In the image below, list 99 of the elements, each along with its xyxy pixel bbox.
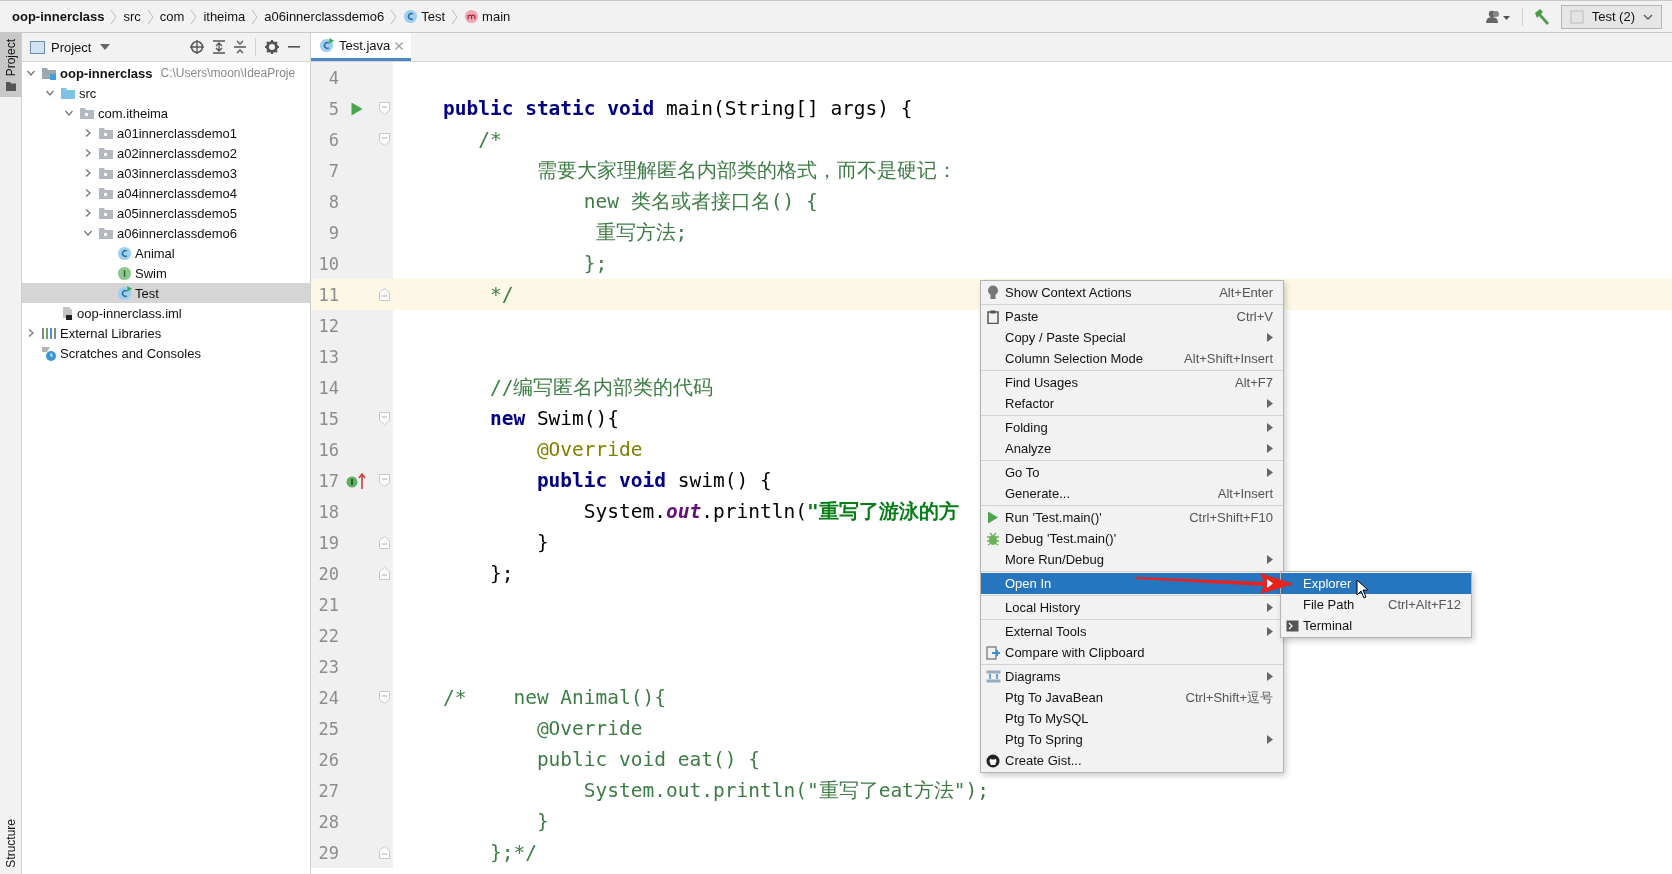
- menu-item[interactable]: Local History: [981, 597, 1283, 618]
- code-line: */: [488, 282, 514, 308]
- menu-item[interactable]: Paste Ctrl+V: [981, 306, 1283, 327]
- menu-item[interactable]: Find Usages Alt+F7: [981, 372, 1283, 393]
- line-number: 18: [317, 501, 339, 522]
- tree-item[interactable]: External Libraries: [22, 323, 310, 343]
- menu-item[interactable]: Compare with Clipboard: [981, 642, 1283, 663]
- line-number: 21: [317, 594, 339, 615]
- line-number: 20: [317, 563, 339, 584]
- code-line: //编写匿名内部类的代码: [488, 375, 714, 401]
- menu-item[interactable]: Generate... Alt+Insert: [981, 483, 1283, 504]
- line-number: 14: [317, 377, 339, 398]
- menu-item[interactable]: Refactor: [981, 393, 1283, 414]
- line-number: 27: [317, 780, 339, 801]
- tree-item[interactable]: a04innerclassdemo4: [22, 183, 310, 203]
- tree-item[interactable]: a05innerclassdemo5: [22, 203, 310, 223]
- code-line: }: [535, 530, 549, 556]
- tool-window-tab[interactable]: Structure: [0, 813, 21, 874]
- tree-item[interactable]: a06innerclassdemo6: [22, 223, 310, 243]
- line-number: 7: [327, 160, 339, 181]
- breadcrumb-item[interactable]: oop-innerclass: [12, 9, 105, 24]
- code-line: public void eat() {: [535, 747, 760, 773]
- menu-item[interactable]: Create Gist...: [981, 750, 1283, 771]
- run-configuration-dropdown[interactable]: Test (2): [1560, 4, 1662, 29]
- menu-item[interactable]: Explorer: [1281, 573, 1471, 594]
- menu-item[interactable]: Open In: [981, 573, 1283, 594]
- menu-item[interactable]: Folding: [981, 417, 1283, 438]
- tree-item[interactable]: a01innerclassdemo1: [22, 123, 310, 143]
- panel-title[interactable]: Project: [51, 39, 92, 55]
- menu-item[interactable]: Go To: [981, 462, 1283, 483]
- line-number: 8: [327, 191, 339, 212]
- line-number: 22: [317, 625, 339, 646]
- line-number: 6: [327, 129, 339, 150]
- tree-item[interactable]: oop-innerclass.iml: [22, 303, 310, 323]
- line-number: 10: [317, 253, 339, 274]
- code-line: /* new Animal(){: [441, 685, 667, 711]
- line-number: 25: [317, 718, 339, 739]
- code-line: };: [582, 251, 608, 277]
- tree-item[interactable]: a02innerclassdemo2: [22, 143, 310, 163]
- menu-item[interactable]: Run 'Test.main()' Ctrl+Shift+F10: [981, 507, 1283, 528]
- line-number: 13: [317, 346, 339, 367]
- line-number: 4: [327, 67, 339, 88]
- line-number: 5: [327, 98, 339, 119]
- line-number: 23: [317, 656, 339, 677]
- breadcrumb-item[interactable]: a06innerclassdemo6: [264, 9, 385, 24]
- menu-item[interactable]: Ptg To JavaBean Ctrl+Shift+逗号: [981, 687, 1283, 708]
- menu-item[interactable]: Analyze: [981, 438, 1283, 459]
- code-line: };*/: [488, 840, 537, 866]
- code-line: }: [535, 809, 549, 835]
- code-line: @Override: [535, 437, 643, 463]
- tree-item[interactable]: Swim: [22, 263, 310, 283]
- menu-item[interactable]: More Run/Debug: [981, 549, 1283, 570]
- code-line: @Override: [535, 716, 643, 742]
- menu-item[interactable]: Column Selection Mode Alt+Shift+Insert: [981, 348, 1283, 369]
- code-line: new Swim(){: [488, 406, 620, 432]
- tree-item[interactable]: oop-innerclass C:\Users\moon\IdeaProje: [22, 63, 310, 83]
- editor-tab[interactable]: Test.java: [311, 33, 412, 61]
- code-line: System.out.println("重写了eat方法");: [582, 778, 990, 804]
- menu-item[interactable]: Diagrams: [981, 666, 1283, 687]
- menu-item[interactable]: Copy / Paste Special: [981, 327, 1283, 348]
- code-line: };: [488, 561, 514, 587]
- menu-item[interactable]: Ptg To MySQL: [981, 708, 1283, 729]
- tree-item[interactable]: a03innerclassdemo3: [22, 163, 310, 183]
- breadcrumb-item[interactable]: com: [159, 9, 185, 24]
- breadcrumb-item[interactable]: Test: [403, 9, 446, 24]
- code-line: System.out.println("重写了游泳的方: [582, 499, 959, 525]
- line-number: 11: [317, 284, 339, 305]
- tree-item[interactable]: Animal: [22, 243, 310, 263]
- tool-window-tab[interactable]: Project: [0, 33, 21, 98]
- menu-item[interactable]: External Tools: [981, 621, 1283, 642]
- code-line: public void swim() {: [535, 468, 772, 494]
- line-number: 16: [317, 439, 339, 460]
- tree-item[interactable]: com.itheima: [22, 103, 310, 123]
- breadcrumb-item[interactable]: src: [123, 9, 141, 24]
- line-number: 29: [317, 842, 339, 863]
- code-line: new 类名或者接口名() {: [582, 189, 818, 215]
- line-number: 17: [317, 470, 339, 491]
- menu-item[interactable]: Debug 'Test.main()': [981, 528, 1283, 549]
- line-number: 28: [317, 811, 339, 832]
- line-number: 9: [327, 222, 339, 243]
- tree-item[interactable]: Scratches and Consoles: [22, 343, 310, 363]
- line-number: 15: [317, 408, 339, 429]
- line-number: 26: [317, 749, 339, 770]
- menu-item[interactable]: File Path Ctrl+Alt+F12: [1281, 594, 1471, 615]
- line-number: 19: [317, 532, 339, 553]
- line-number: 12: [317, 315, 339, 336]
- code-line: public static void main(String[] args) {: [441, 96, 913, 122]
- tree-item[interactable]: src: [22, 83, 310, 103]
- menu-item[interactable]: Show Context Actions Alt+Enter: [981, 282, 1283, 303]
- breadcrumb-item[interactable]: itheima: [203, 9, 246, 24]
- breadcrumb-item[interactable]: main: [464, 9, 511, 24]
- code-line: 需要大家理解匿名内部类的格式，而不是硬记：: [535, 158, 957, 184]
- menu-item[interactable]: Terminal: [1281, 615, 1471, 636]
- tree-item[interactable]: Test: [22, 283, 310, 303]
- module-path: C:\Users\moon\IdeaProje: [160, 66, 296, 80]
- code-line: /*: [477, 127, 502, 153]
- menu-item[interactable]: Ptg To Spring: [981, 729, 1283, 750]
- line-number: 24: [317, 687, 339, 708]
- code-line: 重写方法;: [594, 220, 688, 246]
